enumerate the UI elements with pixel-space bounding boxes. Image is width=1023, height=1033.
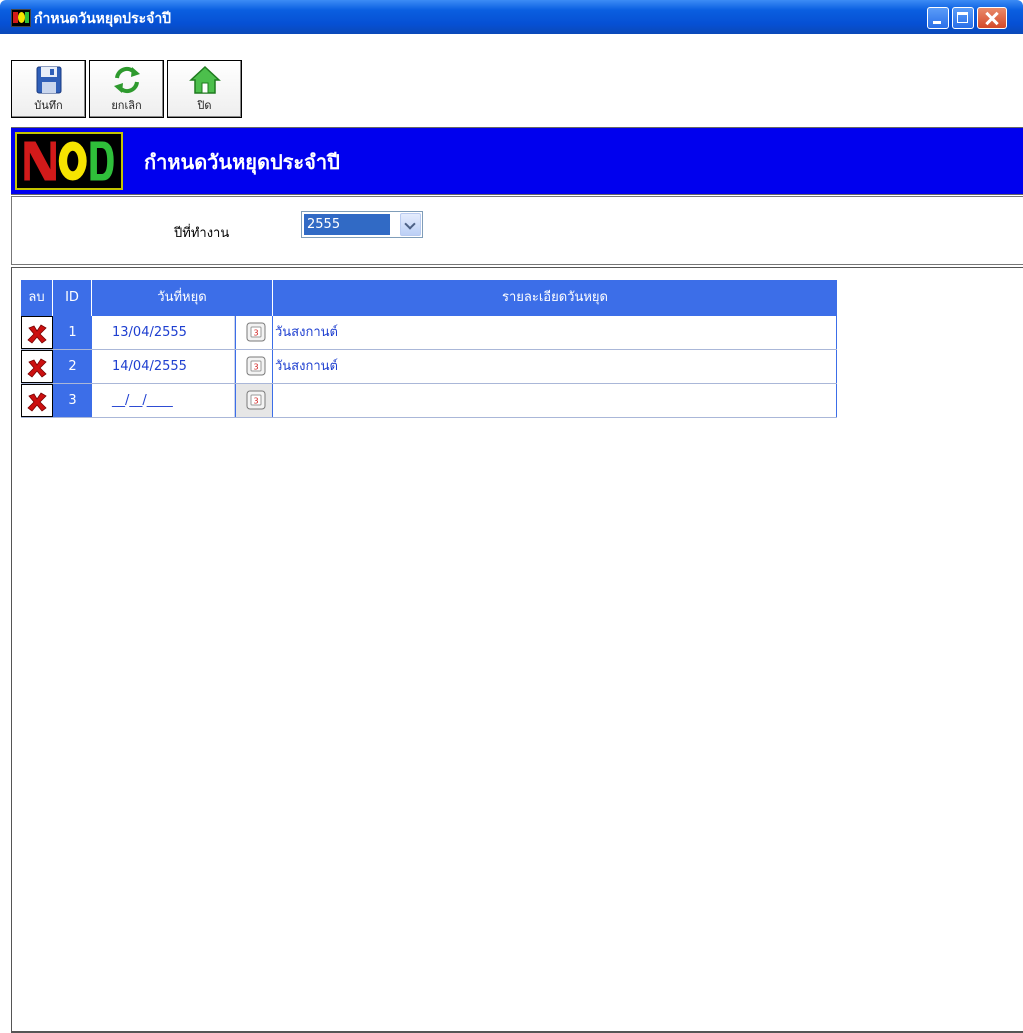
detail-cell[interactable]: วันสงกานต์ <box>273 350 837 383</box>
column-header-detail: รายละเอียดวันหยุด <box>502 290 608 305</box>
delete-icon[interactable] <box>26 391 48 413</box>
row-id: 2 <box>53 350 92 383</box>
year-selected-value: 2555 <box>304 214 390 235</box>
close-window-button[interactable] <box>977 7 1007 29</box>
holiday-table: ลบ ID วันที่หยุด รายละเอียดวันหยุด 1 13/… <box>21 280 837 418</box>
table-row[interactable]: 1 13/04/2555 3 วันสงกานต์ <box>21 316 837 350</box>
chevron-down-icon[interactable] <box>400 213 421 236</box>
calendar-button[interactable]: 3 <box>235 350 273 383</box>
table-row[interactable]: 2 14/04/2555 3 วันสงกานต์ <box>21 350 837 384</box>
calendar-icon: 3 <box>246 356 266 376</box>
cancel-button[interactable]: ยกเลิก <box>89 60 164 118</box>
delete-cell[interactable] <box>21 316 53 349</box>
svg-text:3: 3 <box>253 363 258 372</box>
calendar-button[interactable]: 3 <box>235 384 273 417</box>
calendar-icon: 3 <box>246 322 266 342</box>
calendar-icon: 3 <box>246 390 266 410</box>
year-label: ปีที่ทำงาน <box>174 226 230 241</box>
home-icon <box>188 65 221 94</box>
maximize-button[interactable] <box>952 7 974 29</box>
page-title: กำหนดวันหยุดประจำปี <box>144 150 340 174</box>
toolbar: บันทึก ยกเลิก ปิด <box>0 34 1023 122</box>
row-id: 1 <box>53 316 92 349</box>
close-button-label: ปิด <box>197 99 212 112</box>
column-header-id: ID <box>53 280 92 316</box>
date-cell[interactable]: 13/04/2555 <box>92 316 235 349</box>
row-id: 3 <box>53 384 92 417</box>
detail-cell[interactable] <box>273 384 837 417</box>
window-title: กำหนดวันหยุดประจำปี <box>34 11 172 27</box>
table-row[interactable]: 3 __/__/____ 3 <box>21 384 837 418</box>
calendar-button[interactable]: 3 <box>235 316 273 349</box>
save-button-label: บันทึก <box>34 99 63 112</box>
app-logo-icon <box>11 9 31 27</box>
delete-cell[interactable] <box>21 384 53 417</box>
delete-cell[interactable] <box>21 350 53 383</box>
delete-icon[interactable] <box>26 323 48 345</box>
refresh-icon <box>113 66 140 94</box>
detail-cell[interactable]: วันสงกานต์ <box>273 316 837 349</box>
holiday-grid-area: ลบ ID วันที่หยุด รายละเอียดวันหยุด 1 13/… <box>11 267 1023 1033</box>
date-cell[interactable]: 14/04/2555 <box>92 350 235 383</box>
delete-icon[interactable] <box>26 357 48 379</box>
column-header-date: วันที่หยุด <box>92 280 273 316</box>
floppy-disk-icon <box>36 66 61 94</box>
window-title-bar[interactable]: กำหนดวันหยุดประจำปี <box>0 0 1023 34</box>
table-header: ลบ ID วันที่หยุด รายละเอียดวันหยุด <box>21 280 837 316</box>
column-header-delete: ลบ <box>21 280 53 316</box>
header-banner: กำหนดวันหยุดประจำปี <box>11 127 1023 195</box>
svg-text:3: 3 <box>253 329 258 338</box>
cancel-button-label: ยกเลิก <box>111 99 142 112</box>
year-select[interactable]: 2555 <box>301 211 423 238</box>
date-cell[interactable]: __/__/____ <box>92 384 235 417</box>
nod-logo <box>15 132 123 190</box>
save-button[interactable]: บันทึก <box>11 60 86 118</box>
year-filter-panel: ปีที่ทำงาน 2555 <box>11 196 1023 265</box>
close-button[interactable]: ปิด <box>167 60 242 118</box>
minimize-button[interactable] <box>927 7 949 29</box>
svg-text:3: 3 <box>253 397 258 406</box>
